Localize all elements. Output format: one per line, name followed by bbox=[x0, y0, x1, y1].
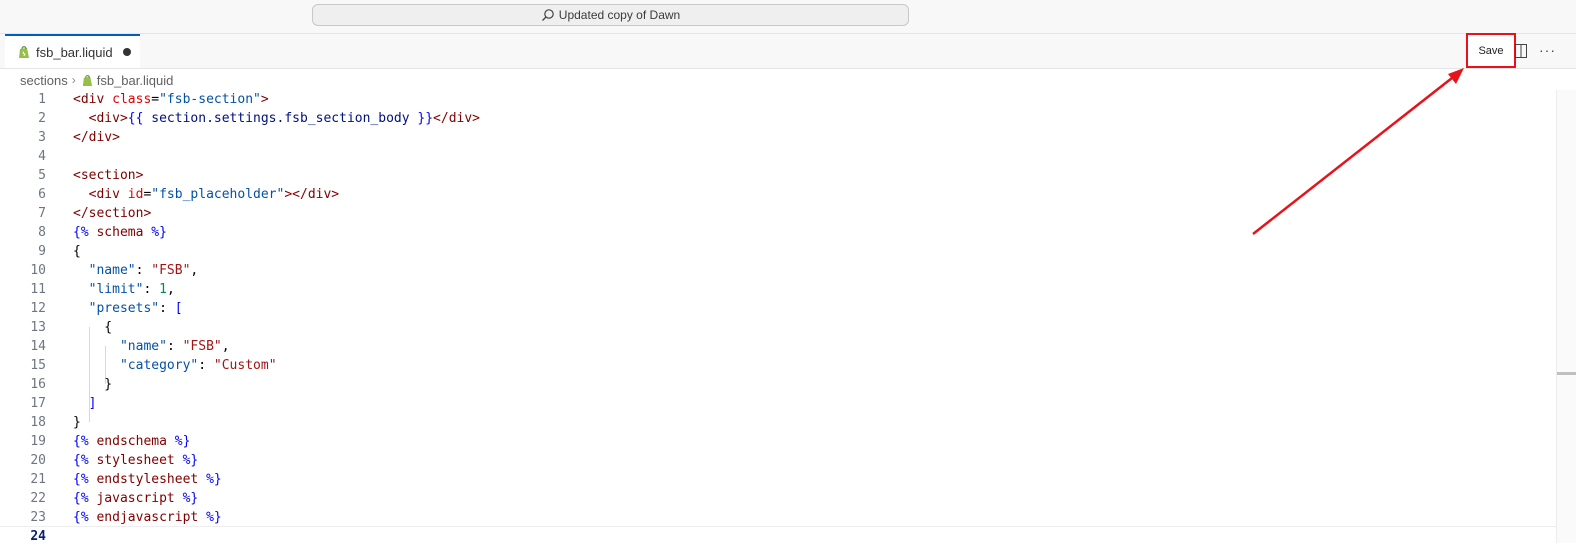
code-line[interactable]: 13 { bbox=[0, 318, 1556, 337]
line-number: 23 bbox=[30, 510, 46, 525]
title-bar: Updated copy of Dawn bbox=[0, 0, 1576, 34]
line-number: 14 bbox=[30, 339, 46, 354]
search-icon bbox=[541, 8, 555, 22]
line-number: 4 bbox=[38, 149, 46, 164]
line-number: 11 bbox=[30, 282, 46, 297]
line-number: 21 bbox=[30, 472, 46, 487]
code-line[interactable]: 10 "name": "FSB", bbox=[0, 261, 1556, 280]
breadcrumb: sections › fsb_bar.liquid bbox=[20, 72, 173, 88]
line-number: 15 bbox=[30, 358, 46, 373]
line-number: 22 bbox=[30, 491, 46, 506]
code-line[interactable]: 22 {% javascript %} bbox=[0, 489, 1556, 508]
scrollbar-thumb[interactable] bbox=[1557, 372, 1576, 375]
command-center-label: Updated copy of Dawn bbox=[558, 8, 681, 22]
line-number: 19 bbox=[30, 434, 46, 449]
line-number: 5 bbox=[38, 168, 46, 183]
line-number: 3 bbox=[38, 130, 46, 145]
chevron-right-icon: › bbox=[71, 73, 76, 87]
line-number: 2 bbox=[38, 111, 46, 126]
line-number: 18 bbox=[30, 415, 46, 430]
tab-bar: fsb_bar.liquid bbox=[0, 34, 1576, 69]
code-line[interactable]: 12 "presets": [ bbox=[0, 299, 1556, 318]
code-line[interactable]: 15 "category": "Custom" bbox=[0, 356, 1556, 375]
line-number: 13 bbox=[30, 320, 46, 335]
code-line[interactable]: 8 {% schema %} bbox=[0, 223, 1556, 242]
code-line[interactable]: 7 </section> bbox=[0, 204, 1556, 223]
code-line[interactable]: 1 <div class="fsb-section"> bbox=[0, 90, 1556, 109]
tab-label: fsb_bar.liquid bbox=[36, 44, 113, 60]
code-line[interactable]: 20 {% stylesheet %} bbox=[0, 451, 1556, 470]
code-line[interactable]: 11 "limit": 1, bbox=[0, 280, 1556, 299]
line-number: 10 bbox=[30, 263, 46, 278]
line-number: 7 bbox=[38, 206, 46, 221]
vertical-scrollbar[interactable] bbox=[1556, 90, 1576, 543]
code-line[interactable]: 16 } bbox=[0, 375, 1556, 394]
code-line[interactable]: 4 bbox=[0, 147, 1556, 166]
code-line[interactable]: 18} bbox=[0, 413, 1556, 432]
breadcrumb-folder[interactable]: sections bbox=[20, 73, 68, 88]
code-line[interactable]: 19 {% endschema %} bbox=[0, 432, 1556, 451]
code-line[interactable]: 14 "name": "FSB", bbox=[0, 337, 1556, 356]
breadcrumb-file[interactable]: fsb_bar.liquid bbox=[97, 73, 174, 88]
line-number: 17 bbox=[30, 396, 46, 411]
code-editor[interactable]: 1 <div class="fsb-section"> 2 <div>{{ sec… bbox=[0, 90, 1576, 546]
line-number: 20 bbox=[30, 453, 46, 468]
code-line[interactable]: 21 {% endstylesheet %} bbox=[0, 470, 1556, 489]
line-number: 16 bbox=[30, 377, 46, 392]
tab-fsb-bar-liquid[interactable]: fsb_bar.liquid bbox=[5, 34, 140, 68]
code-line[interactable]: 6 <div id="fsb_placeholder"></div> bbox=[0, 185, 1556, 204]
code-line[interactable]: 3 </div> bbox=[0, 128, 1556, 147]
more-actions-icon[interactable]: ··· bbox=[1539, 42, 1556, 58]
code-line[interactable]: 17 ] bbox=[0, 394, 1556, 413]
unsaved-dot-icon[interactable] bbox=[122, 48, 131, 56]
line-number: 8 bbox=[38, 225, 46, 240]
line-number: 6 bbox=[38, 187, 46, 202]
code-line[interactable]: 9{ bbox=[0, 242, 1556, 261]
code-line[interactable]: 2 <div>{{ section.settings.fsb_section_b… bbox=[0, 109, 1556, 128]
line-number: 12 bbox=[30, 301, 46, 316]
line-number: 24 bbox=[30, 529, 46, 544]
shopify-liquid-icon bbox=[18, 45, 30, 59]
code-line[interactable]: 23 {% endjavascript %} bbox=[0, 508, 1556, 527]
line-number: 1 bbox=[38, 92, 46, 107]
shopify-liquid-icon bbox=[82, 74, 93, 87]
save-button[interactable]: Save bbox=[1466, 33, 1516, 68]
code-line[interactable]: 5 <section> bbox=[0, 166, 1556, 185]
command-center[interactable]: Updated copy of Dawn bbox=[312, 4, 909, 26]
split-editor-icon[interactable] bbox=[1515, 44, 1527, 58]
code-line-active[interactable]: 24 bbox=[0, 526, 1556, 546]
line-number: 9 bbox=[38, 244, 46, 259]
